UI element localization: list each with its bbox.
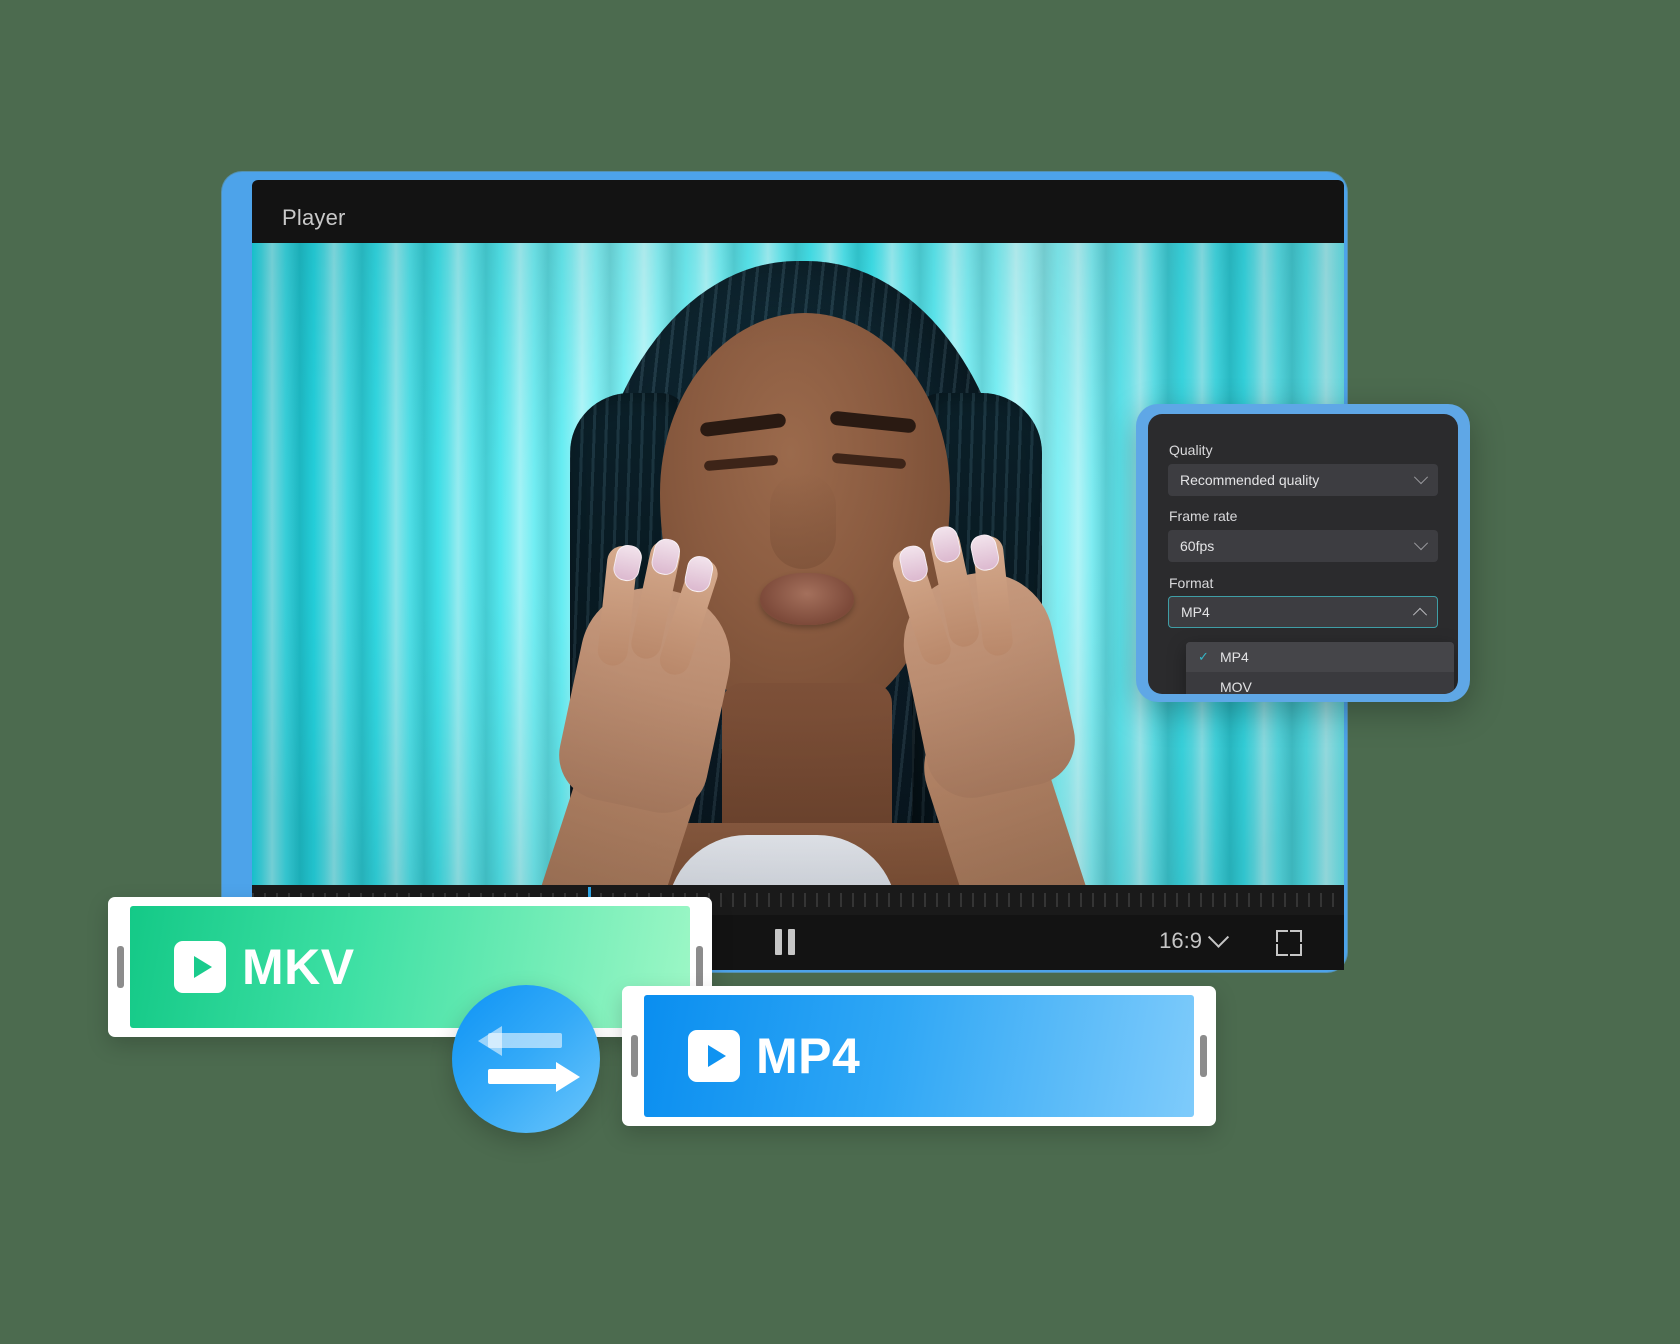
target-format-label: MP4: [756, 1028, 861, 1084]
fullscreen-icon: [1290, 944, 1302, 956]
format-option-label: MP4: [1220, 649, 1249, 665]
chevron-down-icon: [1207, 926, 1230, 948]
format-label: Format: [1169, 575, 1214, 591]
fullscreen-icon: [1276, 944, 1288, 956]
source-format-label: MKV: [242, 939, 355, 995]
format-value: MP4: [1181, 604, 1210, 620]
swap-arrows-icon: [488, 1033, 562, 1048]
target-format-badge[interactable]: MP4: [622, 986, 1216, 1126]
frame-rate-select[interactable]: 60fps: [1168, 530, 1438, 562]
swap-format-button[interactable]: [452, 985, 600, 1133]
format-option-label: MOV: [1220, 679, 1252, 694]
quality-value: Recommended quality: [1180, 472, 1320, 488]
target-format-badge-fill: MP4: [644, 995, 1194, 1117]
trim-handle-left[interactable]: [117, 946, 124, 988]
export-settings-panel: Quality Recommended quality Frame rate 6…: [1136, 404, 1470, 702]
pause-icon-bar-right: [788, 929, 795, 955]
swap-arrows-icon: [488, 1069, 562, 1084]
check-icon: ✓: [1198, 649, 1209, 664]
aspect-ratio-value: 16:9: [1159, 928, 1202, 953]
screenshot-stage: Player 16:9 Quality Recommended quality …: [0, 0, 1680, 1344]
video-play-icon: [174, 941, 226, 993]
fullscreen-icon: [1276, 930, 1288, 942]
trim-handle-right[interactable]: [696, 946, 703, 988]
aspect-ratio-selector[interactable]: 16:9: [1159, 926, 1230, 954]
trim-handle-left[interactable]: [631, 1035, 638, 1077]
quality-label: Quality: [1169, 442, 1213, 458]
chevron-down-icon: [1413, 470, 1429, 485]
pause-button[interactable]: [773, 929, 799, 955]
chevron-up-icon: [1412, 607, 1428, 622]
pause-icon-bar-left: [775, 929, 782, 955]
format-option-mp4[interactable]: ✓ MP4: [1186, 642, 1454, 672]
source-format-badge-fill: MKV: [130, 906, 690, 1028]
trim-handle-right[interactable]: [1200, 1035, 1207, 1077]
frame-rate-value: 60fps: [1180, 538, 1215, 554]
video-play-icon: [688, 1030, 740, 1082]
format-option-mov[interactable]: MOV: [1186, 672, 1454, 694]
fullscreen-icon: [1290, 930, 1302, 942]
frame-rate-label: Frame rate: [1169, 508, 1238, 524]
quality-select[interactable]: Recommended quality: [1168, 464, 1438, 496]
format-select[interactable]: MP4: [1168, 596, 1438, 628]
fullscreen-button[interactable]: [1276, 930, 1302, 956]
format-dropdown-menu: ✓ MP4 MOV: [1186, 642, 1454, 694]
chevron-down-icon: [1413, 536, 1429, 551]
swap-arrows-icon: [556, 1062, 580, 1092]
page-title: Player: [282, 205, 346, 230]
export-settings-body: Quality Recommended quality Frame rate 6…: [1148, 414, 1458, 694]
